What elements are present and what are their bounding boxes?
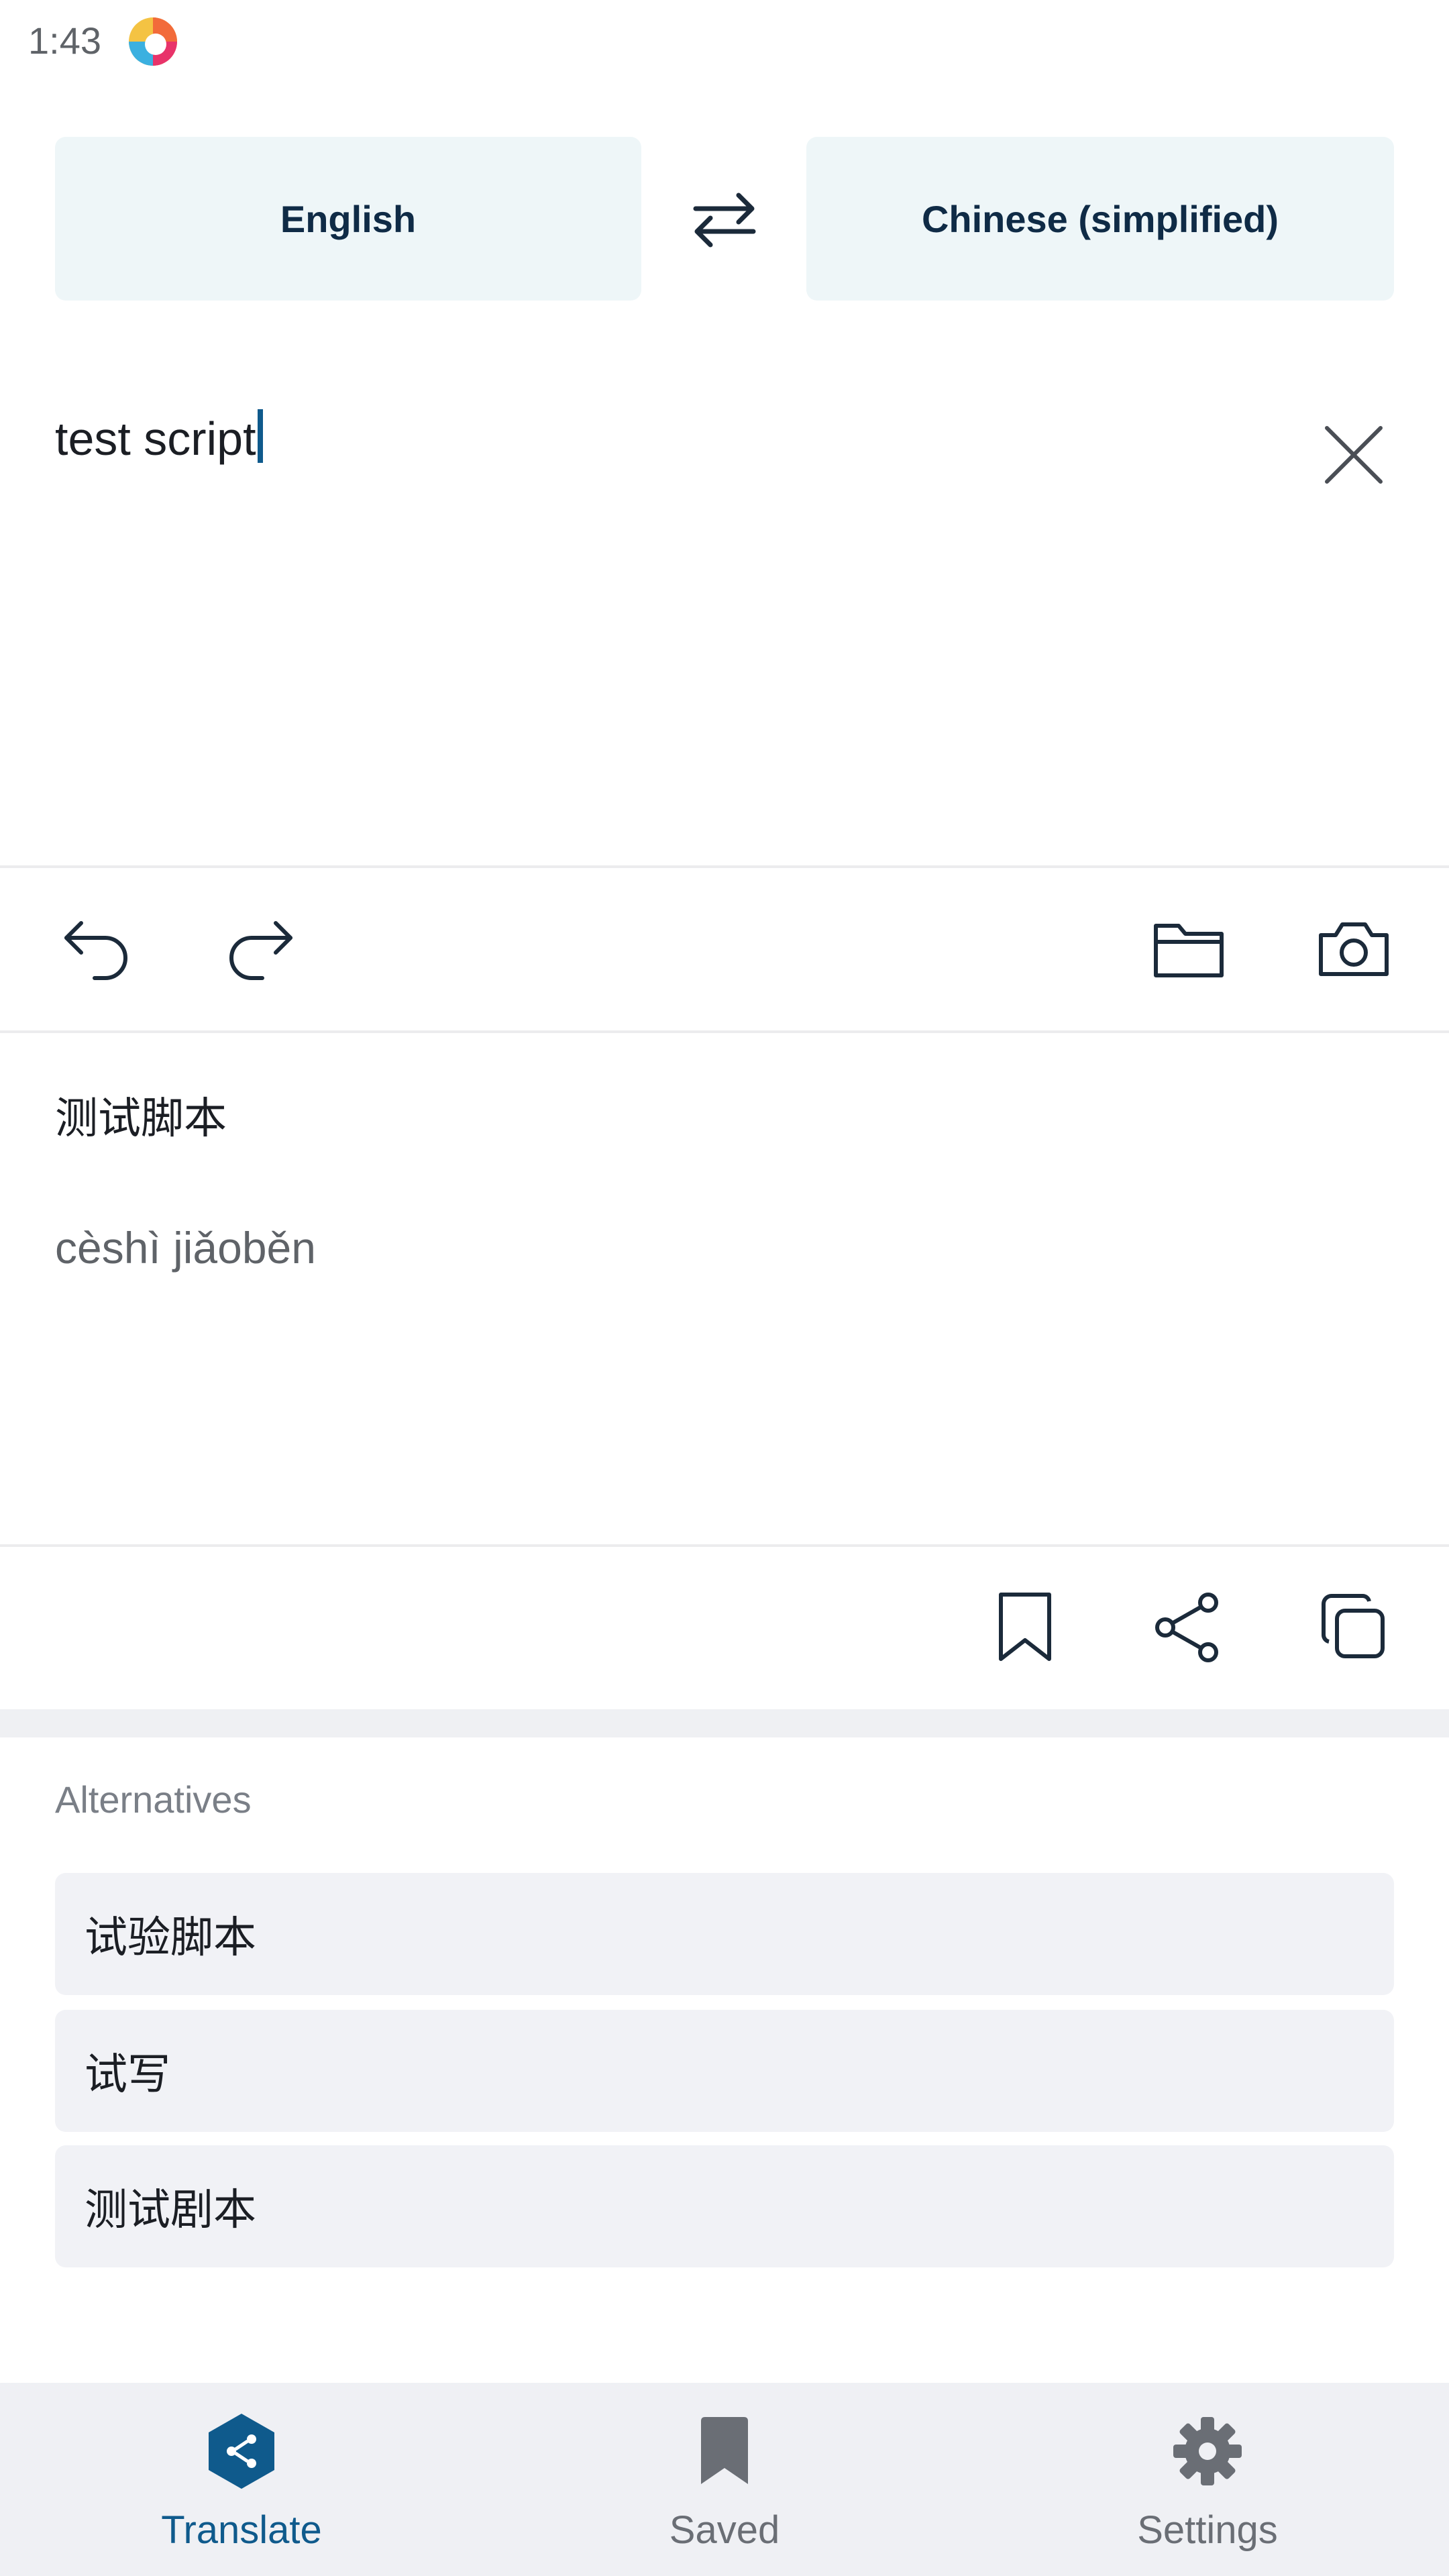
source-language-button[interactable]: English (55, 137, 641, 301)
translation-result: 测试脚本 (55, 1094, 227, 1142)
clear-input-icon[interactable] (1315, 416, 1393, 494)
translation-pinyin: cèshì jiǎoběn (55, 1223, 316, 1273)
alternatives-heading: Alternatives (55, 1778, 252, 1821)
nav-settings-label: Settings (1137, 2508, 1278, 2552)
alternative-item[interactable]: 测试剧本 (55, 2145, 1394, 2267)
source-text-input[interactable]: test script (0, 376, 1449, 865)
camera-icon[interactable] (1313, 908, 1394, 989)
share-icon[interactable] (1148, 1587, 1229, 1668)
saved-bookmark-icon (688, 2411, 761, 2491)
nav-translate-label: Translate (161, 2508, 322, 2552)
status-time: 1:43 (28, 19, 101, 62)
bottom-navigation: Translate Saved Settings (0, 2383, 1449, 2576)
target-language-button[interactable]: Chinese (simplified) (806, 137, 1394, 301)
nav-settings[interactable]: Settings (966, 2383, 1449, 2576)
text-caret (257, 409, 263, 463)
app-notification-icon (126, 15, 180, 68)
nav-saved-label: Saved (669, 2508, 780, 2552)
undo-icon[interactable] (56, 908, 137, 989)
divider (0, 865, 1449, 868)
status-bar: 1:43 (0, 0, 1449, 80)
source-text-field[interactable]: test script (55, 409, 263, 466)
divider (0, 1544, 1449, 1547)
alternative-item[interactable]: 试写 (55, 2010, 1394, 2132)
swap-languages-icon[interactable] (686, 181, 763, 259)
copy-icon[interactable] (1313, 1587, 1394, 1668)
folder-icon[interactable] (1148, 908, 1229, 989)
divider (0, 1030, 1449, 1033)
section-separator (0, 1709, 1449, 1737)
bookmark-icon[interactable] (985, 1587, 1065, 1668)
nav-saved[interactable]: Saved (483, 2383, 966, 2576)
translate-icon (205, 2411, 278, 2491)
alternative-item[interactable]: 试验脚本 (55, 1873, 1394, 1995)
gear-icon (1171, 2411, 1244, 2491)
redo-icon[interactable] (220, 908, 301, 989)
nav-translate[interactable]: Translate (0, 2383, 483, 2576)
source-text-value: test script (55, 413, 256, 465)
